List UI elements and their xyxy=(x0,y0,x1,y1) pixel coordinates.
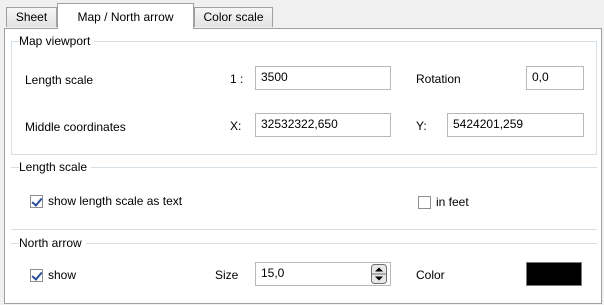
show-north-arrow-checkbox[interactable] xyxy=(30,269,43,282)
spinner-arrows-icon[interactable] xyxy=(371,264,387,284)
size-spinner[interactable] xyxy=(371,264,387,284)
size-label: Size xyxy=(215,268,239,282)
scale-input[interactable]: 3500 xyxy=(255,66,391,90)
length-scale-label: Length scale xyxy=(25,73,94,87)
map-viewport-title: Map viewport xyxy=(19,34,95,48)
show-length-scale-text-label[interactable]: show length scale as text xyxy=(48,194,182,208)
scale-prefix-label: 1 : xyxy=(230,72,244,86)
north-arrow-separator xyxy=(11,243,597,244)
rotation-input[interactable]: 0,0 xyxy=(526,66,584,90)
in-feet-label[interactable]: in feet xyxy=(436,195,469,209)
in-feet-checkbox[interactable] xyxy=(418,196,431,209)
tab-strip: Sheet Map / North arrow Color scale xyxy=(0,0,604,30)
y-label: Y: xyxy=(416,119,427,133)
tab-sheet[interactable]: Sheet xyxy=(6,7,57,27)
map-viewport-separator xyxy=(11,41,597,42)
show-north-arrow-label[interactable]: show xyxy=(48,268,76,282)
length-scale-title: Length scale xyxy=(19,160,92,174)
rotation-label: Rotation xyxy=(416,72,461,86)
north-arrow-title: North arrow xyxy=(19,236,86,250)
tab-panel: Map viewport Length scale 1 : 3500 Rotat… xyxy=(4,28,602,304)
north-arrow-color-swatch[interactable] xyxy=(526,262,582,286)
length-scale-separator xyxy=(11,167,597,168)
color-label: Color xyxy=(416,268,445,282)
length-scale-bottom-line xyxy=(11,229,597,230)
tab-color-scale[interactable]: Color scale xyxy=(194,7,273,27)
y-coordinate-input[interactable]: 5424201,259 xyxy=(447,113,584,137)
tab-map-north-arrow[interactable]: Map / North arrow xyxy=(57,3,194,29)
show-length-scale-text-checkbox[interactable] xyxy=(30,195,43,208)
x-label: X: xyxy=(230,119,242,133)
x-coordinate-input[interactable]: 32532322,650 xyxy=(255,113,391,137)
middle-coordinates-label: Middle coordinates xyxy=(25,120,126,134)
map-viewport-group xyxy=(11,41,597,155)
